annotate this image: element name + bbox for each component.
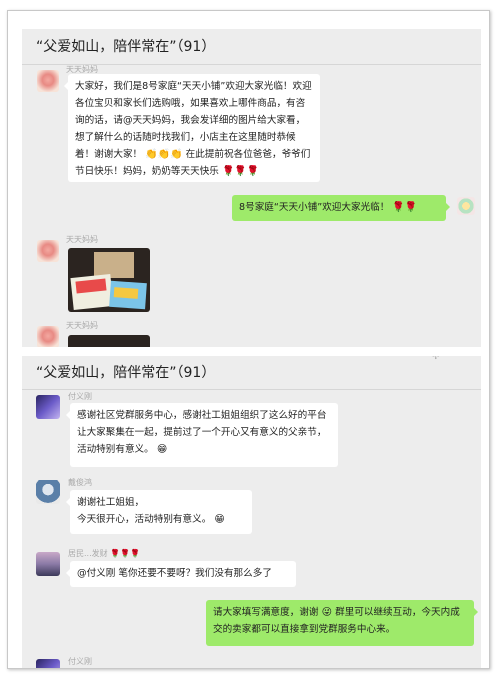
screenshot-frame: “父爱如山，陪伴常在”（91） 天天妈妈 大家好，我们是8号家庭“天天小铺”欢迎…	[7, 10, 490, 669]
chat-title: “父爱如山，陪伴常在”（91）	[22, 29, 481, 65]
avatar[interactable]	[36, 659, 60, 668]
rose-emoji: 🌹🌹	[392, 202, 418, 213]
sender-name: 天天妈妈	[66, 235, 98, 244]
chat-window-1: “父爱如山，陪伴常在”（91） 天天妈妈 大家好，我们是8号家庭“天天小铺”欢迎…	[22, 29, 481, 347]
rose-emoji: 🌹🌹🌹	[110, 549, 141, 558]
avatar[interactable]	[457, 197, 475, 215]
message-text-a: 请大家填写满意度，谢谢	[213, 607, 319, 618]
message-bubble[interactable]: 大家好，我们是8号家庭“天天小铺”欢迎大家光临！欢迎各位宝贝和家长们选购哦，如果…	[64, 74, 320, 182]
message-text: 8号家庭“天天小铺”欢迎大家光临！	[239, 202, 390, 213]
message-line-1: 谢谢社工姐姐，	[77, 497, 145, 508]
shared-photo[interactable]	[68, 335, 150, 347]
sender-name: 付义刚	[68, 392, 92, 401]
header-decor-icon: ✢	[432, 356, 440, 362]
grin-emoji: 😁	[214, 514, 225, 525]
message-bubble[interactable]: 谢谢社工姐姐， 今天很开心，活动特别有意义。 😁	[66, 490, 252, 534]
avatar[interactable]	[36, 480, 60, 504]
avatar[interactable]	[37, 240, 59, 262]
message-bubble[interactable]: 感谢社区党群服务中心，感谢社工姐姐组织了这么好的平台让大家聚集在一起，提前过了一…	[66, 403, 338, 467]
shared-photo[interactable]	[68, 248, 150, 312]
message-line-2: 今天很开心，活动特别有意义。	[77, 514, 212, 525]
sender-name: 天天妈妈	[66, 321, 98, 330]
message-bubble[interactable]: 请大家填写满意度，谢谢 😜 群里可以继续互动，今天内成交的卖家都可以直接拿到党群…	[206, 600, 478, 646]
grin-emoji: 😁	[156, 444, 168, 455]
sender-name: 戴俊鸿	[68, 478, 92, 487]
message-bubble[interactable]: @付义刚 笔你还要不要呀？我们没有那么多了	[66, 561, 296, 587]
tongue-emoji: 😜	[321, 607, 333, 618]
message-text: @付义刚 笔你还要不要呀？我们没有那么多了	[77, 568, 272, 579]
sender-name-text: 居民...发财	[68, 549, 108, 558]
avatar[interactable]	[37, 70, 59, 92]
message-bubble[interactable]: 8号家庭“天天小铺”欢迎大家光临！ 🌹🌹	[232, 195, 450, 221]
chat-window-2: “父爱如山，陪伴常在”（91） ✢ 付义刚 感谢社区党群服务中心，感谢社工姐姐组…	[22, 356, 481, 668]
rose-emoji: 🌹🌹🌹	[221, 166, 260, 177]
chat-title: “父爱如山，陪伴常在”（91）	[22, 356, 481, 390]
avatar[interactable]	[36, 395, 60, 419]
sender-name: 居民...发财 🌹🌹🌹	[68, 548, 140, 559]
clapping-hands-emoji: 👏👏👏	[145, 149, 183, 160]
message-text: 感谢社区党群服务中心，感谢社工姐姐组织了这么好的平台让大家聚集在一起，提前过了一…	[77, 410, 327, 455]
avatar[interactable]	[36, 552, 60, 576]
sender-name: 付义刚	[68, 657, 92, 666]
avatar[interactable]	[37, 326, 59, 347]
